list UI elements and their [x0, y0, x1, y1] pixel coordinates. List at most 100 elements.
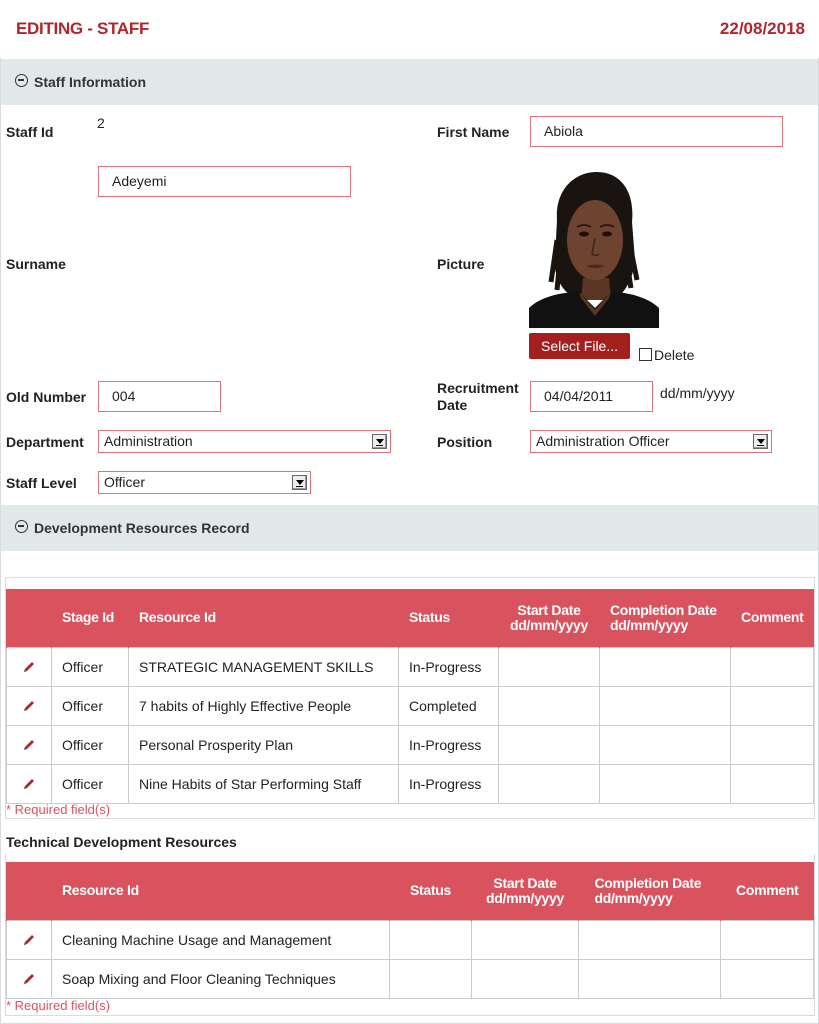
dev-resources-section-header[interactable]: Development Resources Record [1, 505, 818, 551]
staff-level-selected-value: Officer [104, 474, 145, 490]
status-cell: In-Progress [398, 763, 499, 804]
edit-cell[interactable] [6, 763, 52, 804]
staff-info-section-header[interactable]: Staff Information [1, 59, 818, 105]
resource-id-cell: Cleaning Machine Usage and Management [51, 919, 390, 960]
minus-circle-icon[interactable] [15, 520, 28, 533]
column-header[interactable]: Completion Date dd/mm/yyyy [599, 589, 731, 647]
completion-date-header-text: Completion Date dd/mm/yyyy [610, 601, 717, 633]
select-file-button[interactable]: Select File... [529, 333, 630, 359]
stage-id-cell: Officer [51, 646, 129, 687]
pencil-icon[interactable] [21, 737, 37, 753]
table-row[interactable]: Soap Mixing and Floor Cleaning Technique… [6, 958, 814, 999]
stage-id-cell: Officer [51, 724, 129, 765]
start-date-header-text: Start Date dd/mm/yyyy [486, 874, 564, 906]
recruitment-date-label: Recruitment Date [437, 380, 519, 413]
completion-date-cell [599, 763, 731, 804]
resource-id-cell: STRATEGIC MANAGEMENT SKILLS [128, 646, 399, 687]
column-header[interactable]: Completion Date dd/mm/yyyy [578, 862, 721, 920]
column-header[interactable]: Stage Id [51, 589, 129, 647]
table-row[interactable]: Cleaning Machine Usage and Management [6, 919, 814, 960]
dropdown-arrow-icon[interactable] [372, 434, 387, 449]
comment-cell [730, 646, 814, 687]
completion-date-cell [599, 724, 731, 765]
dropdown-arrow-icon[interactable] [753, 434, 768, 449]
edit-cell[interactable] [6, 685, 52, 726]
table-row[interactable]: Officer STRATEGIC MANAGEMENT SKILLS In-P… [6, 646, 814, 687]
dev-resources-table: Stage Id Resource Id Status Start Date d… [6, 589, 814, 804]
table-row[interactable]: Officer Personal Prosperity Plan In-Prog… [6, 724, 814, 765]
edit-cell[interactable] [6, 958, 52, 999]
staff-id-value: 2 [97, 115, 105, 131]
required-fields-note: * Required field(s) [6, 998, 111, 1013]
dev-resources-grid: Stage Id Resource Id Status Start Date d… [5, 577, 815, 819]
header-bar: EDITING - STAFF 22/08/2018 [0, 0, 819, 58]
resource-id-cell: Nine Habits of Star Performing Staff [128, 763, 399, 804]
completion-date-cell [599, 685, 731, 726]
column-header[interactable]: Status [389, 862, 472, 920]
edit-cell[interactable] [6, 919, 52, 960]
stage-id-cell: Officer [51, 685, 129, 726]
edit-column-header [6, 862, 52, 920]
edit-cell[interactable] [6, 646, 52, 687]
required-fields-note: * Required field(s) [6, 802, 111, 817]
start-date-header-text: Start Date dd/mm/yyyy [510, 601, 588, 633]
picture-label: Picture [437, 256, 485, 272]
comment-cell [730, 724, 814, 765]
status-cell: Completed [398, 685, 499, 726]
status-cell [389, 958, 472, 999]
staff-level-select[interactable]: Officer [98, 471, 311, 494]
pencil-icon[interactable] [21, 932, 37, 948]
old-number-label: Old Number [6, 389, 87, 405]
completion-date-header-text: Completion Date dd/mm/yyyy [594, 874, 702, 906]
column-header[interactable]: Comment [730, 589, 814, 647]
staff-level-label: Staff Level [6, 475, 77, 491]
column-header[interactable]: Start Date dd/mm/yyyy [471, 862, 579, 920]
first-name-label: First Name [437, 124, 510, 140]
old-number-field[interactable]: 004 [98, 381, 221, 412]
position-select[interactable]: Administration Officer [530, 430, 772, 453]
column-header[interactable]: Status [398, 589, 499, 647]
comment-cell [720, 919, 814, 960]
completion-date-cell [578, 919, 721, 960]
comment-cell [730, 685, 814, 726]
status-cell: In-Progress [398, 724, 499, 765]
start-date-cell [498, 763, 600, 804]
first-name-field[interactable]: Abiola [530, 116, 783, 147]
tech-resources-grid: Resource Id Status Start Date dd/mm/yyyy… [5, 854, 815, 1016]
start-date-cell [471, 958, 579, 999]
section-title: Development Resources Record [34, 520, 250, 536]
pencil-icon[interactable] [21, 971, 37, 987]
dropdown-arrow-icon[interactable] [292, 475, 307, 490]
department-select[interactable]: Administration [98, 430, 391, 453]
position-selected-value: Administration Officer [536, 433, 670, 449]
column-header[interactable]: Start Date dd/mm/yyyy [498, 589, 600, 647]
department-label: Department [6, 434, 84, 450]
surname-label: Surname [6, 256, 66, 272]
status-cell [389, 919, 472, 960]
start-date-cell [498, 724, 600, 765]
completion-date-cell [578, 958, 721, 999]
pencil-icon[interactable] [21, 776, 37, 792]
surname-field[interactable]: Adeyemi [98, 166, 351, 197]
start-date-cell [498, 646, 600, 687]
recruitment-date-field[interactable]: 04/04/2011 [530, 381, 653, 412]
stage-id-cell: Officer [51, 763, 129, 804]
pencil-icon[interactable] [21, 659, 37, 675]
column-header[interactable]: Resource Id [51, 862, 390, 920]
department-selected-value: Administration [104, 433, 193, 449]
page-title: EDITING - STAFF [16, 19, 150, 38]
pencil-icon[interactable] [21, 698, 37, 714]
table-row[interactable]: Officer 7 habits of Highly Effective Peo… [6, 685, 814, 726]
section-title: Staff Information [34, 74, 146, 90]
column-header[interactable]: Comment [720, 862, 814, 920]
resource-id-cell: Personal Prosperity Plan [128, 724, 399, 765]
staff-photo [529, 170, 659, 328]
edit-cell[interactable] [6, 724, 52, 765]
header-date: 22/08/2018 [719, 19, 805, 38]
delete-label: Delete [654, 347, 695, 363]
minus-circle-icon[interactable] [15, 74, 28, 87]
delete-checkbox[interactable] [639, 348, 652, 361]
table-row[interactable]: Officer Nine Habits of Star Performing S… [6, 763, 814, 804]
date-format-hint: dd/mm/yyyy [660, 385, 735, 401]
column-header[interactable]: Resource Id [128, 589, 399, 647]
